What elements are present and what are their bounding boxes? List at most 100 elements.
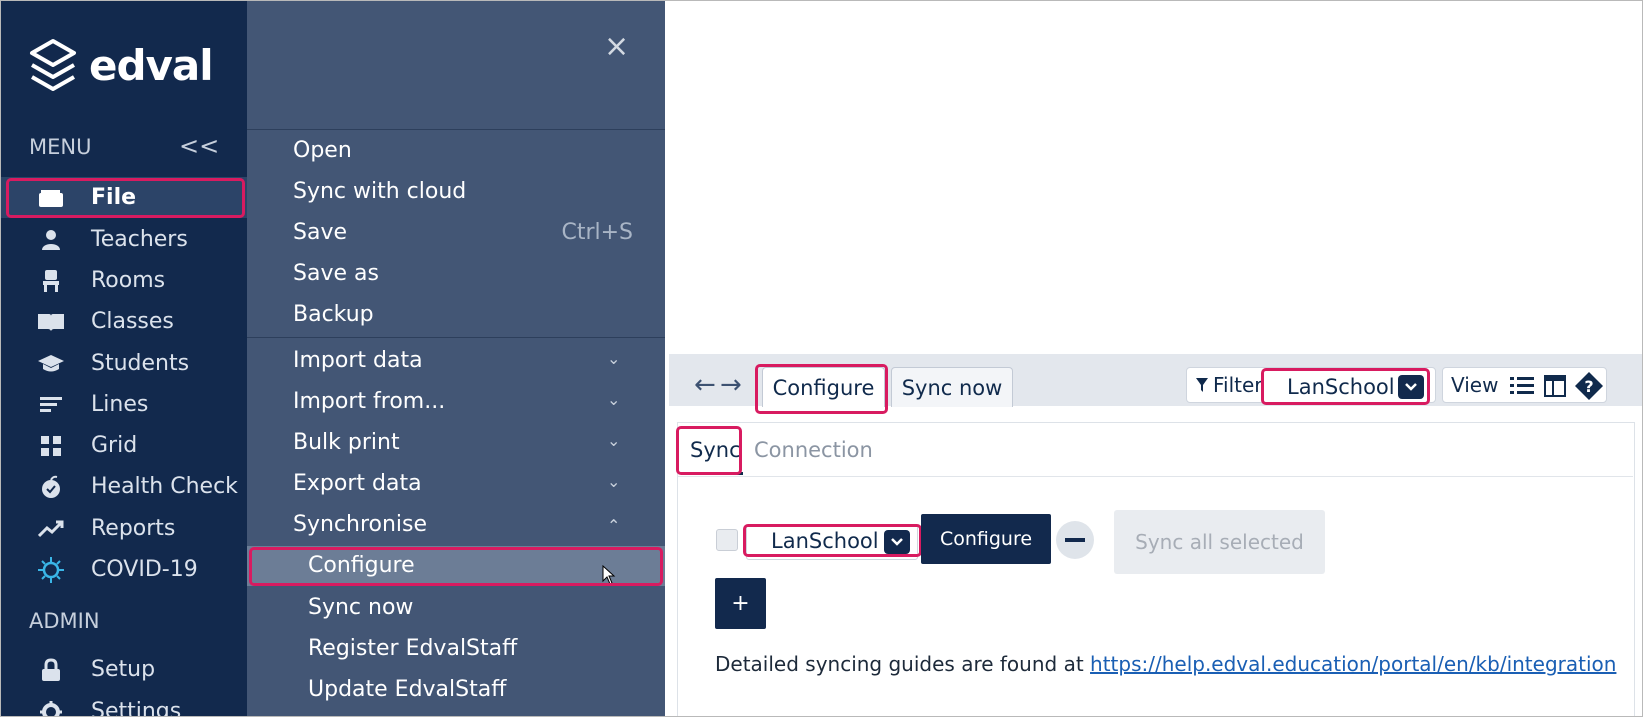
menu-backup[interactable]: Backup bbox=[293, 302, 633, 327]
guide-label: Detailed syncing guides are found at bbox=[715, 652, 1084, 676]
save-shortcut: Ctrl+S bbox=[561, 220, 633, 245]
admin-heading: ADMIN bbox=[29, 609, 100, 633]
sidebar-item-file[interactable]: File bbox=[1, 177, 247, 218]
folder-icon bbox=[37, 188, 65, 208]
menu-synchronise[interactable]: Synchronise bbox=[293, 512, 633, 537]
menu-register-edvalstaff[interactable]: Register EdvalStaff bbox=[308, 636, 648, 661]
sidebar-item-health-check[interactable]: Health Check bbox=[1, 466, 247, 507]
filter-icon bbox=[1196, 378, 1208, 392]
book-icon bbox=[37, 312, 65, 332]
lines-icon bbox=[37, 396, 65, 414]
integration-value: LanSchool bbox=[771, 529, 879, 553]
chevron-down-icon[interactable]: ⌄ bbox=[607, 431, 620, 450]
sidebar-item-label: Lines bbox=[91, 392, 149, 417]
help-icon[interactable]: ? bbox=[1574, 371, 1604, 405]
sidebar-item-lines[interactable]: Lines bbox=[1, 384, 247, 425]
sidebar: edval MENU << File Teachers Rooms Classe… bbox=[1, 1, 247, 716]
remove-button[interactable] bbox=[1056, 521, 1094, 559]
apple-icon bbox=[37, 475, 65, 499]
sidebar-item-label: File bbox=[91, 185, 137, 210]
tab-sync-now[interactable]: Sync now bbox=[891, 367, 1013, 407]
person-icon bbox=[37, 229, 65, 251]
mouse-cursor-icon bbox=[602, 564, 616, 589]
add-button[interactable]: + bbox=[715, 578, 766, 629]
filter-select[interactable]: LanSchool bbox=[1266, 372, 1428, 402]
menu-import-from[interactable]: Import from... bbox=[293, 389, 633, 414]
subtab-active-indicator bbox=[687, 472, 743, 475]
select-integration-checkbox[interactable] bbox=[716, 529, 738, 551]
filter-value: LanSchool bbox=[1287, 375, 1395, 399]
chevron-down-icon[interactable]: ⌄ bbox=[607, 349, 620, 368]
view-control: View ? bbox=[1442, 367, 1607, 403]
menu-divider bbox=[247, 129, 665, 130]
menu-update-edvalstaff[interactable]: Update EdvalStaff bbox=[308, 677, 648, 702]
subtab-divider bbox=[677, 476, 1633, 477]
list-view-icon[interactable] bbox=[1510, 375, 1534, 401]
menu-save-as[interactable]: Save as bbox=[293, 261, 633, 286]
chevron-down-icon bbox=[1398, 375, 1424, 399]
chair-icon bbox=[37, 269, 65, 293]
menu-export-data[interactable]: Export data bbox=[293, 471, 633, 496]
sidebar-item-label: Grid bbox=[91, 433, 138, 458]
forward-arrow-icon[interactable]: → bbox=[720, 370, 742, 400]
sidebar-item-label: Rooms bbox=[91, 268, 166, 293]
sidebar-item-rooms[interactable]: Rooms bbox=[1, 260, 247, 301]
brand-name: edval bbox=[89, 41, 214, 90]
sidebar-item-classes[interactable]: Classes bbox=[1, 301, 247, 342]
edval-logo-icon bbox=[28, 37, 78, 99]
menu-save-label: Save bbox=[293, 220, 348, 245]
chevron-up-icon[interactable]: ⌃ bbox=[607, 516, 620, 535]
lock-icon bbox=[37, 657, 65, 682]
file-menu: × Open Sync with cloud Save Ctrl+S Save … bbox=[247, 1, 665, 716]
sidebar-item-label: Classes bbox=[91, 309, 174, 334]
sidebar-item-teachers[interactable]: Teachers bbox=[1, 219, 247, 260]
guide-text: Detailed syncing guides are found at htt… bbox=[715, 652, 1616, 676]
grid-icon bbox=[37, 435, 65, 457]
menu-heading: MENU bbox=[29, 135, 92, 159]
gear-icon bbox=[37, 700, 65, 716]
sidebar-item-setup[interactable]: Setup bbox=[1, 649, 247, 690]
sidebar-item-label: Teachers bbox=[91, 227, 188, 252]
sidebar-item-label: COVID-19 bbox=[91, 557, 198, 582]
menu-save[interactable]: Save Ctrl+S bbox=[293, 220, 633, 245]
sidebar-item-settings[interactable]: Settings bbox=[1, 691, 247, 717]
menu-open[interactable]: Open bbox=[293, 138, 633, 163]
sync-all-selected-button[interactable]: Sync all selected bbox=[1114, 510, 1325, 574]
sidebar-item-reports[interactable]: Reports bbox=[1, 508, 247, 549]
sidebar-item-label: Health Check bbox=[91, 474, 238, 499]
svg-text:?: ? bbox=[1584, 377, 1593, 396]
sidebar-item-label: Setup bbox=[91, 657, 156, 682]
subtab-connection[interactable]: Connection bbox=[754, 438, 873, 462]
tab-configure[interactable]: Configure bbox=[762, 367, 885, 407]
minus-icon bbox=[1065, 538, 1085, 542]
sidebar-item-grid[interactable]: Grid bbox=[1, 425, 247, 466]
guide-link[interactable]: https://help.edval.education/portal/en/k… bbox=[1090, 652, 1616, 676]
app-window: edval MENU << File Teachers Rooms Classe… bbox=[0, 0, 1643, 717]
close-icon[interactable]: × bbox=[604, 29, 629, 64]
chevron-down-icon[interactable]: ⌄ bbox=[607, 390, 620, 409]
view-label: View bbox=[1451, 373, 1499, 397]
filter-button[interactable]: Filter bbox=[1195, 373, 1263, 397]
menu-bulk-print[interactable]: Bulk print bbox=[293, 430, 633, 455]
trend-icon bbox=[37, 520, 65, 538]
chevron-down-icon bbox=[884, 530, 910, 554]
menu-import-data[interactable]: Import data bbox=[293, 348, 633, 373]
filter-label: Filter bbox=[1213, 373, 1263, 397]
graduation-cap-icon bbox=[37, 354, 65, 374]
sidebar-item-label: Reports bbox=[91, 516, 176, 541]
sidebar-item-covid[interactable]: COVID-19 bbox=[1, 549, 247, 590]
menu-sync-now[interactable]: Sync now bbox=[308, 595, 648, 620]
sidebar-item-students[interactable]: Students bbox=[1, 343, 247, 384]
integration-select[interactable]: LanSchool bbox=[746, 524, 918, 560]
back-arrow-icon[interactable]: ← bbox=[694, 370, 716, 400]
sidebar-item-label: Students bbox=[91, 351, 190, 376]
menu-divider bbox=[247, 337, 665, 338]
table-view-icon[interactable] bbox=[1544, 375, 1566, 401]
sidebar-item-label: Settings bbox=[91, 699, 182, 717]
subtab-sync[interactable]: Sync bbox=[690, 438, 741, 462]
chevron-down-icon[interactable]: ⌄ bbox=[607, 472, 620, 491]
collapse-menu-button[interactable]: << bbox=[179, 132, 219, 160]
menu-sync-with-cloud[interactable]: Sync with cloud bbox=[293, 179, 633, 204]
configure-button[interactable]: Configure bbox=[921, 514, 1051, 564]
menu-configure[interactable]: Configure bbox=[308, 553, 648, 578]
